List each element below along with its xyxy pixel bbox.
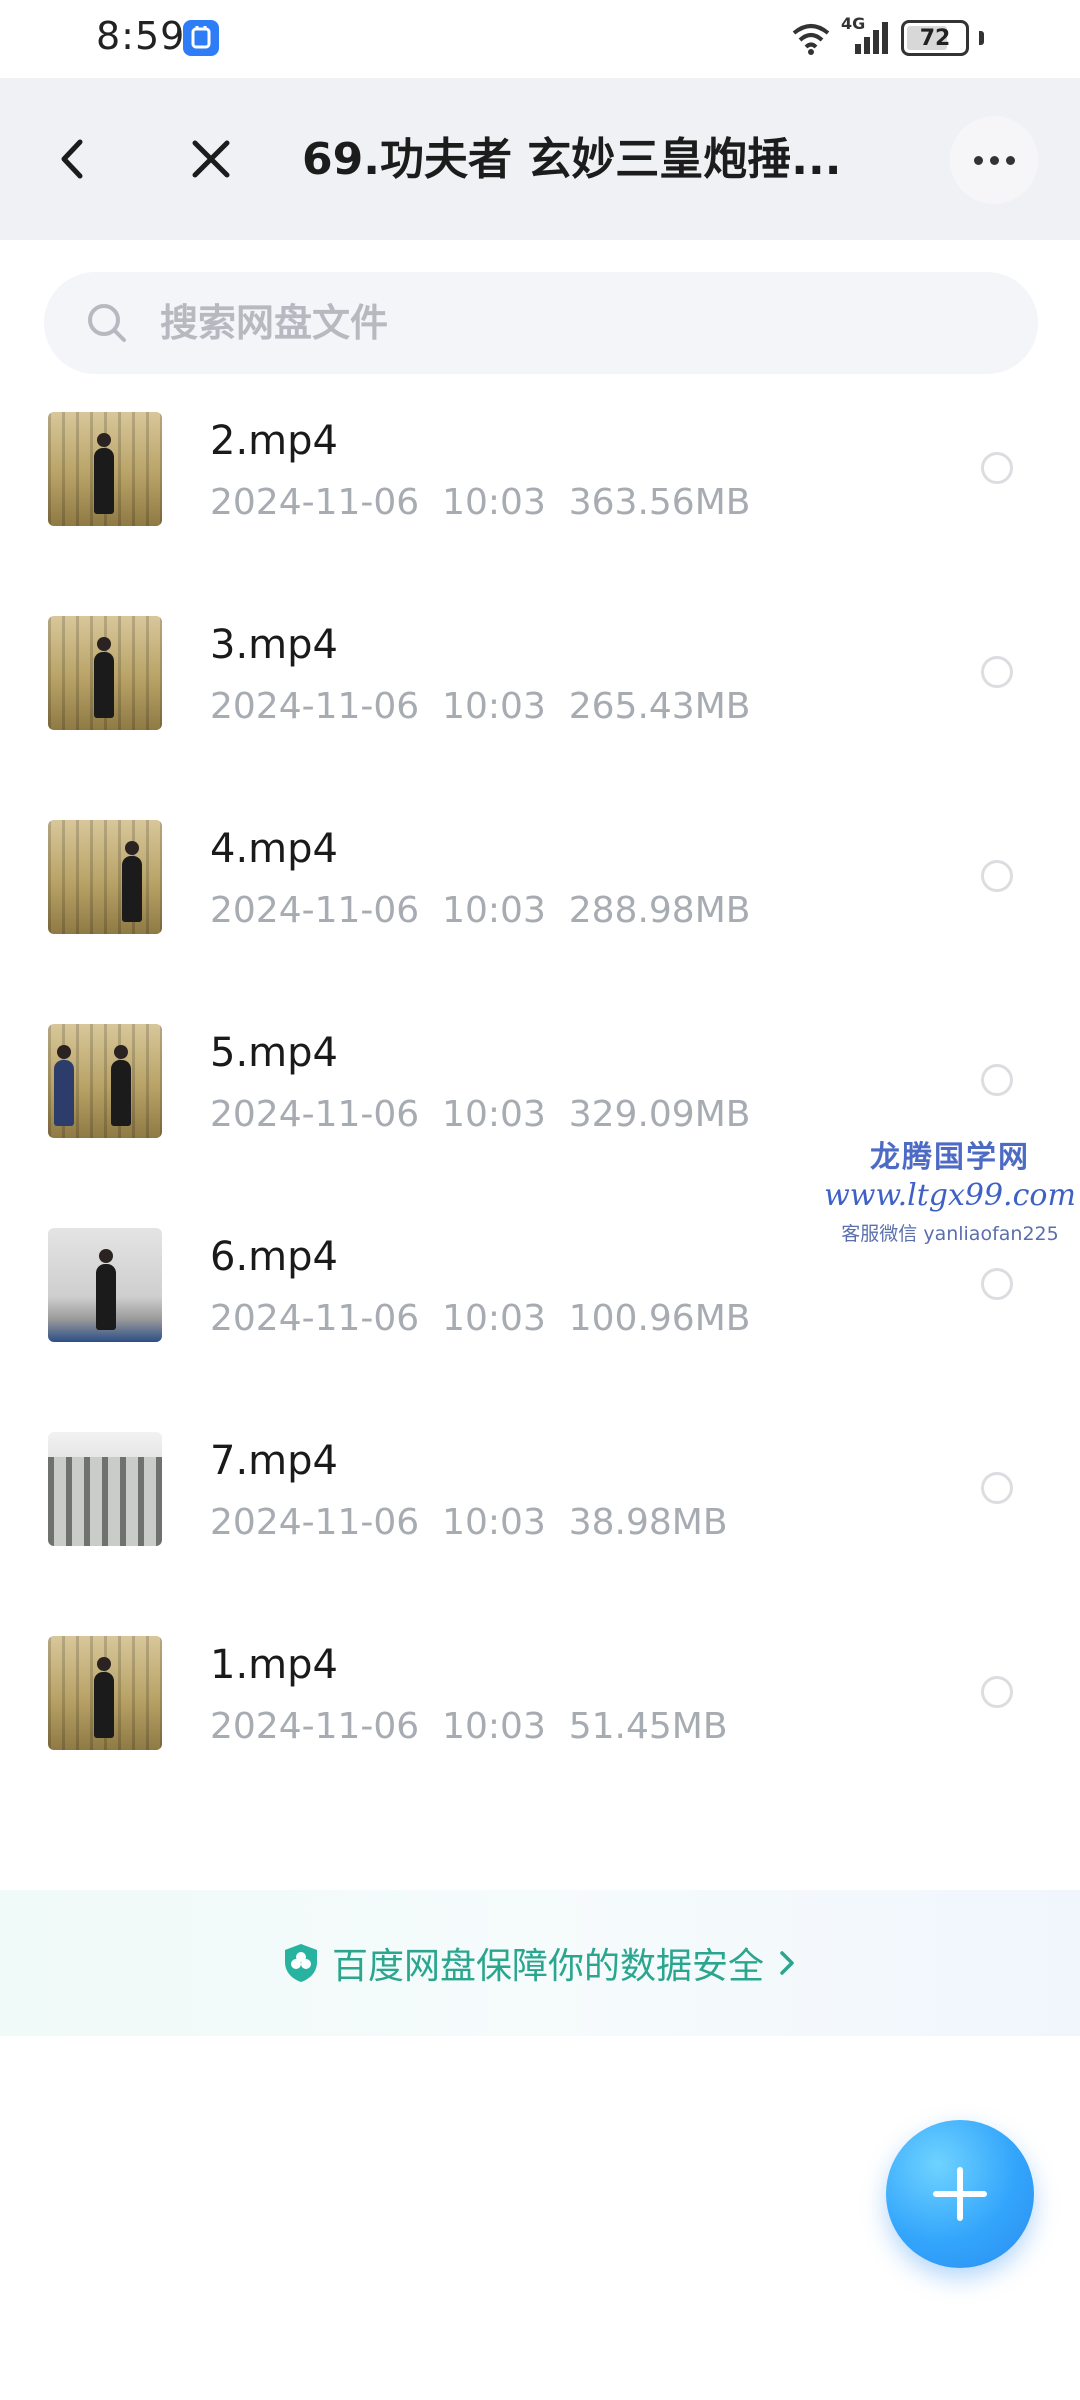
top-nav-bar: 69.功夫者 玄妙三皇炮捶... <box>0 78 1080 240</box>
file-row[interactable]: 7.mp4 2024-11-06 10:03 38.98MB <box>0 1420 1080 1624</box>
chevron-right-icon <box>780 1951 794 1975</box>
file-time: 10:03 <box>442 1706 546 1747</box>
file-row[interactable]: 6.mp4 2024-11-06 10:03 100.96MB <box>0 1216 1080 1420</box>
file-meta: 2024-11-06 10:03 100.96MB <box>210 1298 750 1339</box>
search-icon <box>88 304 126 342</box>
file-row[interactable]: 5.mp4 2024-11-06 10:03 329.09MB <box>0 1012 1080 1216</box>
file-row[interactable]: 2.mp4 2024-11-06 10:03 363.56MB <box>0 400 1080 604</box>
file-name: 7.mp4 <box>210 1438 338 1484</box>
select-checkbox[interactable] <box>981 452 1013 484</box>
file-size: 38.98MB <box>568 1502 728 1543</box>
file-date: 2024-11-06 <box>210 482 420 523</box>
file-date: 2024-11-06 <box>210 890 420 931</box>
thumbnail-figure <box>94 637 114 718</box>
file-size: 329.09MB <box>568 1094 751 1135</box>
more-dot <box>1005 155 1015 165</box>
search-placeholder: 搜索网盘文件 <box>160 301 389 345</box>
wifi-icon <box>792 24 830 55</box>
status-bar: 8:59 4G 72 <box>0 0 1080 78</box>
file-date: 2024-11-06 <box>210 1502 420 1543</box>
thumbnail-figure <box>111 1045 131 1126</box>
file-time: 10:03 <box>442 1502 546 1543</box>
battery-level: 72 <box>919 25 951 51</box>
file-name: 4.mp4 <box>210 826 338 872</box>
search-input[interactable]: 搜索网盘文件 <box>44 272 1038 374</box>
select-checkbox[interactable] <box>981 656 1013 688</box>
file-name: 5.mp4 <box>210 1030 338 1076</box>
battery-cap <box>979 31 984 45</box>
chevron-left-icon <box>61 139 83 179</box>
file-name: 6.mp4 <box>210 1234 338 1280</box>
video-thumbnail <box>48 616 162 730</box>
file-row[interactable]: 4.mp4 2024-11-06 10:03 288.98MB <box>0 808 1080 1012</box>
thumbnail-figure <box>94 1657 114 1738</box>
file-size: 265.43MB <box>568 686 751 727</box>
security-banner[interactable]: 百度网盘保障你的数据安全 <box>0 1890 1080 2036</box>
app-notification-icon <box>183 20 219 56</box>
select-checkbox[interactable] <box>981 1472 1013 1504</box>
video-thumbnail <box>48 1024 162 1138</box>
file-size: 51.45MB <box>568 1706 728 1747</box>
cellular-signal-icon: 4G <box>841 14 891 58</box>
status-indicators: 4G 72 <box>791 14 984 60</box>
add-button[interactable] <box>886 2120 1034 2268</box>
close-button[interactable] <box>176 124 246 194</box>
file-row[interactable]: 3.mp4 2024-11-06 10:03 265.43MB <box>0 604 1080 808</box>
file-size: 100.96MB <box>568 1298 751 1339</box>
shield-icon <box>284 1944 317 1982</box>
file-name: 2.mp4 <box>210 418 338 464</box>
more-dot <box>973 155 983 165</box>
select-checkbox[interactable] <box>981 1676 1013 1708</box>
file-meta: 2024-11-06 10:03 51.45MB <box>210 1706 728 1747</box>
status-time: 8:59 <box>96 14 186 58</box>
file-meta: 2024-11-06 10:03 38.98MB <box>210 1502 728 1543</box>
plus-icon <box>933 2167 987 2221</box>
thumbnail-figure <box>94 433 114 514</box>
thumbnail-figure <box>122 841 142 922</box>
file-time: 10:03 <box>442 890 546 931</box>
select-checkbox[interactable] <box>981 860 1013 892</box>
thumbnail-figure <box>54 1045 74 1126</box>
video-thumbnail <box>48 1432 162 1546</box>
back-button[interactable] <box>44 124 104 194</box>
file-date: 2024-11-06 <box>210 1094 420 1135</box>
security-banner-text: 百度网盘保障你的数据安全 <box>331 1946 764 1987</box>
file-meta: 2024-11-06 10:03 288.98MB <box>210 890 750 931</box>
file-name: 3.mp4 <box>210 622 338 668</box>
more-dot <box>989 155 999 165</box>
file-meta: 2024-11-06 10:03 265.43MB <box>210 686 750 727</box>
close-icon <box>192 140 230 178</box>
file-date: 2024-11-06 <box>210 1298 420 1339</box>
file-time: 10:03 <box>442 1298 546 1339</box>
file-list: 2.mp4 2024-11-06 10:03 363.56MB 3.mp4 2024-… <box>0 400 1080 1828</box>
more-options-button[interactable] <box>950 116 1038 204</box>
file-date: 2024-11-06 <box>210 686 420 727</box>
select-checkbox[interactable] <box>981 1268 1013 1300</box>
file-date: 2024-11-06 <box>210 1706 420 1747</box>
file-row[interactable]: 1.mp4 2024-11-06 10:03 51.45MB <box>0 1624 1080 1828</box>
file-time: 10:03 <box>442 686 546 727</box>
video-thumbnail <box>48 1636 162 1750</box>
file-name: 1.mp4 <box>210 1642 338 1688</box>
file-size: 363.56MB <box>568 482 751 523</box>
page-title: 69.功夫者 玄妙三皇炮捶... <box>302 134 842 185</box>
file-size: 288.98MB <box>568 890 751 931</box>
video-thumbnail <box>48 412 162 526</box>
file-meta: 2024-11-06 10:03 363.56MB <box>210 482 750 523</box>
file-time: 10:03 <box>442 1094 546 1135</box>
video-thumbnail <box>48 820 162 934</box>
select-checkbox[interactable] <box>981 1064 1013 1096</box>
battery-icon: 72 <box>901 20 969 56</box>
file-time: 10:03 <box>442 482 546 523</box>
file-meta: 2024-11-06 10:03 329.09MB <box>210 1094 750 1135</box>
video-thumbnail <box>48 1228 162 1342</box>
thumbnail-figure <box>96 1249 116 1330</box>
